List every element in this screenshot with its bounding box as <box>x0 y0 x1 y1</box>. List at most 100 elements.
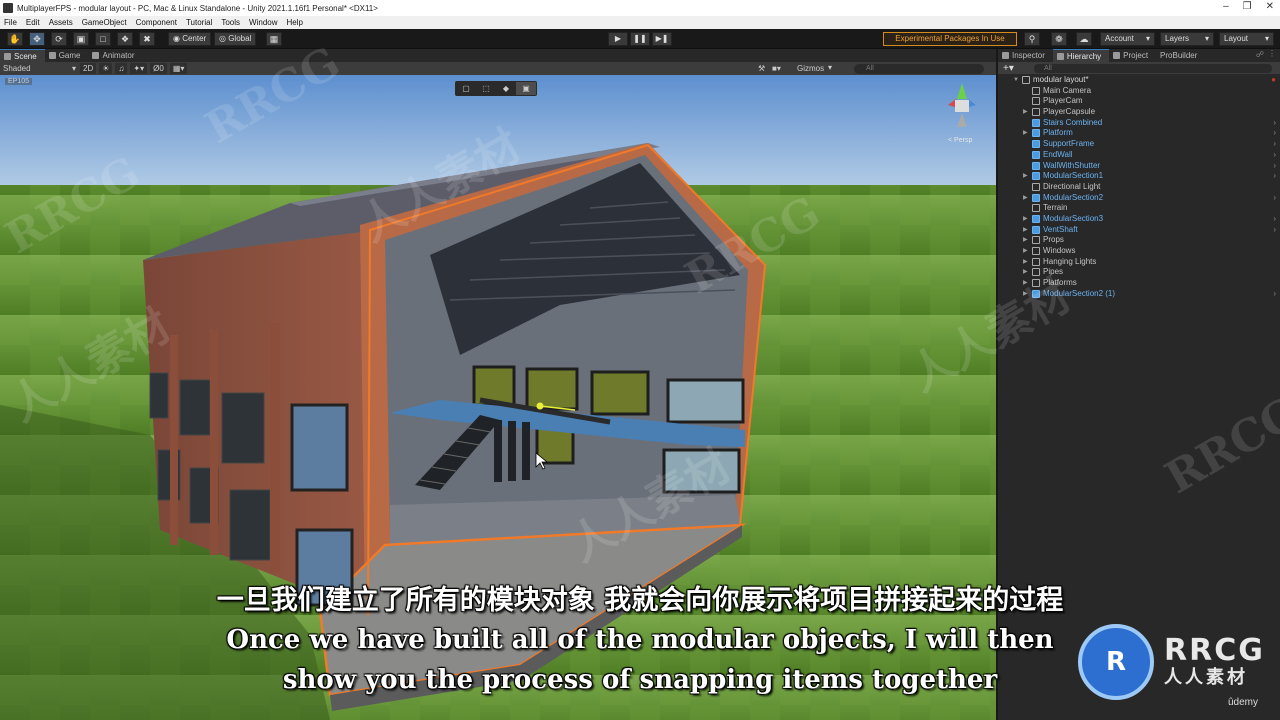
face-mode-icon[interactable]: ▣ <box>516 82 536 95</box>
hierarchy-item[interactable]: ▶ Pipes <box>998 267 1280 278</box>
prefab-open-icon[interactable]: › <box>1273 225 1276 236</box>
cloud-icon[interactable]: ☁ <box>1076 32 1092 46</box>
menu-file[interactable]: File <box>4 18 17 27</box>
prefab-open-icon[interactable]: › <box>1273 161 1276 172</box>
hidden-objects-toggle[interactable]: Ø0 <box>150 63 167 74</box>
expand-arrow-icon[interactable]: ▶ <box>1023 246 1028 257</box>
expand-arrow-icon[interactable]: ▶ <box>1023 193 1028 204</box>
menu-tools[interactable]: Tools <box>221 18 240 27</box>
expand-arrow-icon[interactable]: ▶ <box>1023 257 1028 268</box>
tab-animator[interactable]: Animator <box>88 49 142 62</box>
expand-arrow-icon[interactable]: ▶ <box>1023 214 1028 225</box>
prefab-open-icon[interactable]: › <box>1273 289 1276 300</box>
lock-icon[interactable]: ☍ <box>1256 50 1264 59</box>
expand-arrow-icon[interactable]: ▶ <box>1023 289 1028 300</box>
effects-icon[interactable]: ✦▾ <box>130 63 148 74</box>
maximize-icon[interactable]: ❐ <box>1243 1 1252 12</box>
hierarchy-item[interactable]: Main Camera <box>998 86 1280 97</box>
expand-arrow-icon[interactable]: ▶ <box>1023 225 1028 236</box>
menu-component[interactable]: Component <box>136 18 177 27</box>
tab-hierarchy[interactable]: Hierarchy <box>1052 49 1110 62</box>
lighting-icon[interactable]: ☀ <box>99 63 113 74</box>
camera-icon[interactable]: ■▾ <box>772 64 781 73</box>
scale-tool-icon[interactable]: ▣ <box>73 32 89 46</box>
gizmos-dropdown[interactable]: Gizmos <box>797 64 824 73</box>
pivot-center-button[interactable]: ◉ Center <box>168 32 212 46</box>
hierarchy-item[interactable]: ▶ PlayerCapsule <box>998 107 1280 118</box>
object-mode-icon[interactable]: ▢ <box>456 82 476 95</box>
pause-button[interactable]: ❚❚ <box>630 32 650 46</box>
rect-tool-icon[interactable]: □ <box>95 32 111 46</box>
tab-scene[interactable]: Scene <box>0 49 45 62</box>
hierarchy-item[interactable]: ▶ Props <box>998 235 1280 246</box>
menu-window[interactable]: Window <box>249 18 277 27</box>
2d-toggle[interactable]: 2D <box>80 63 97 74</box>
hierarchy-item[interactable]: SupportFrame › <box>998 139 1280 150</box>
collab-icon[interactable]: ❁ <box>1051 32 1067 46</box>
grid-snap-icon[interactable]: ▦ <box>266 32 282 46</box>
tab-inspector[interactable]: Inspector <box>998 49 1053 62</box>
prefab-open-icon[interactable]: › <box>1273 171 1276 182</box>
grid-icon[interactable]: ▦▾ <box>169 63 188 74</box>
hierarchy-item[interactable]: ▶ Hanging Lights <box>998 257 1280 268</box>
scene-search-input[interactable]: All <box>854 63 984 74</box>
menu-assets[interactable]: Assets <box>49 18 73 27</box>
expand-arrow-icon[interactable]: ▶ <box>1023 171 1028 182</box>
hand-tool-icon[interactable]: ✋ <box>7 32 23 46</box>
expand-arrow-icon[interactable]: ▶ <box>1023 107 1028 118</box>
prefab-open-icon[interactable]: › <box>1273 139 1276 150</box>
experimental-packages-badge[interactable]: Experimental Packages In Use <box>883 32 1017 46</box>
hierarchy-item[interactable]: ▶ Platform › <box>998 128 1280 139</box>
hierarchy-item[interactable]: WallWithShutter › <box>998 161 1280 172</box>
tools-icon[interactable]: ⚒ <box>758 64 765 73</box>
hierarchy-item[interactable]: ▶ VentShaft › <box>998 225 1280 236</box>
layout-dropdown[interactable]: Layout <box>1219 32 1274 46</box>
tab-game[interactable]: Game <box>45 49 89 62</box>
scene-menu-icon[interactable]: ● <box>1271 75 1276 86</box>
layers-dropdown[interactable]: Layers <box>1160 32 1214 46</box>
edge-mode-icon[interactable]: ◆ <box>496 82 516 95</box>
close-icon[interactable]: ✕ <box>1266 1 1274 12</box>
search-icon[interactable]: ⚲ <box>1024 32 1040 46</box>
tab-project[interactable]: Project <box>1109 49 1156 62</box>
prefab-open-icon[interactable]: › <box>1273 118 1276 129</box>
hierarchy-search-input[interactable]: All <box>1034 63 1272 73</box>
menu-tutorial[interactable]: Tutorial <box>186 18 212 27</box>
hierarchy-item[interactable]: PlayerCam <box>998 96 1280 107</box>
hierarchy-item[interactable]: ▶ ModularSection2 (1) › <box>998 289 1280 300</box>
hierarchy-item[interactable]: Directional Light <box>998 182 1280 193</box>
expand-arrow-icon[interactable]: ▶ <box>1023 235 1028 246</box>
expand-arrow-icon[interactable]: ▶ <box>1023 267 1028 278</box>
prefab-open-icon[interactable]: › <box>1273 214 1276 225</box>
expand-arrow-open-icon[interactable]: ▼ <box>1013 75 1019 86</box>
hierarchy-item[interactable]: EndWall › <box>998 150 1280 161</box>
hierarchy-scene-root[interactable]: ▼ modular layout* ● <box>998 75 1280 86</box>
minimize-icon[interactable]: – <box>1223 1 1229 12</box>
menu-edit[interactable]: Edit <box>26 18 40 27</box>
audio-icon[interactable]: ♫ <box>115 63 128 74</box>
move-tool-icon[interactable]: ✥ <box>29 32 45 46</box>
prefab-open-icon[interactable]: › <box>1273 150 1276 161</box>
custom-tool-icon[interactable]: ✖ <box>139 32 155 46</box>
prefab-open-icon[interactable]: › <box>1273 128 1276 139</box>
play-button[interactable]: ▶ <box>608 32 628 46</box>
persp-label[interactable]: < Persp <box>948 137 972 144</box>
menu-help[interactable]: Help <box>287 18 303 27</box>
hierarchy-item[interactable]: ▶ ModularSection1 › <box>998 171 1280 182</box>
hierarchy-item[interactable]: ▶ ModularSection3 › <box>998 214 1280 225</box>
shading-mode-dropdown[interactable]: Shaded <box>0 64 80 73</box>
hierarchy-item[interactable]: ▶ Windows <box>998 246 1280 257</box>
expand-arrow-icon[interactable]: ▶ <box>1023 128 1028 139</box>
hierarchy-item[interactable]: Stairs Combined › <box>998 118 1280 129</box>
hierarchy-item[interactable]: ▶ ModularSection2 › <box>998 193 1280 204</box>
menu-gameobject[interactable]: GameObject <box>82 18 127 27</box>
expand-arrow-icon[interactable]: ▶ <box>1023 278 1028 289</box>
more-icon[interactable]: ⋮ <box>1268 49 1276 58</box>
hierarchy-item[interactable]: Terrain <box>998 203 1280 214</box>
vertex-mode-icon[interactable]: ⬚ <box>476 82 496 95</box>
transform-tool-icon[interactable]: ❖ <box>117 32 133 46</box>
rotate-tool-icon[interactable]: ⟳ <box>51 32 67 46</box>
tab-probuilder[interactable]: ProBuilder <box>1156 49 1205 62</box>
add-icon[interactable]: +▾ <box>1003 63 1014 74</box>
hierarchy-item[interactable]: ▶ Platforms <box>998 278 1280 289</box>
